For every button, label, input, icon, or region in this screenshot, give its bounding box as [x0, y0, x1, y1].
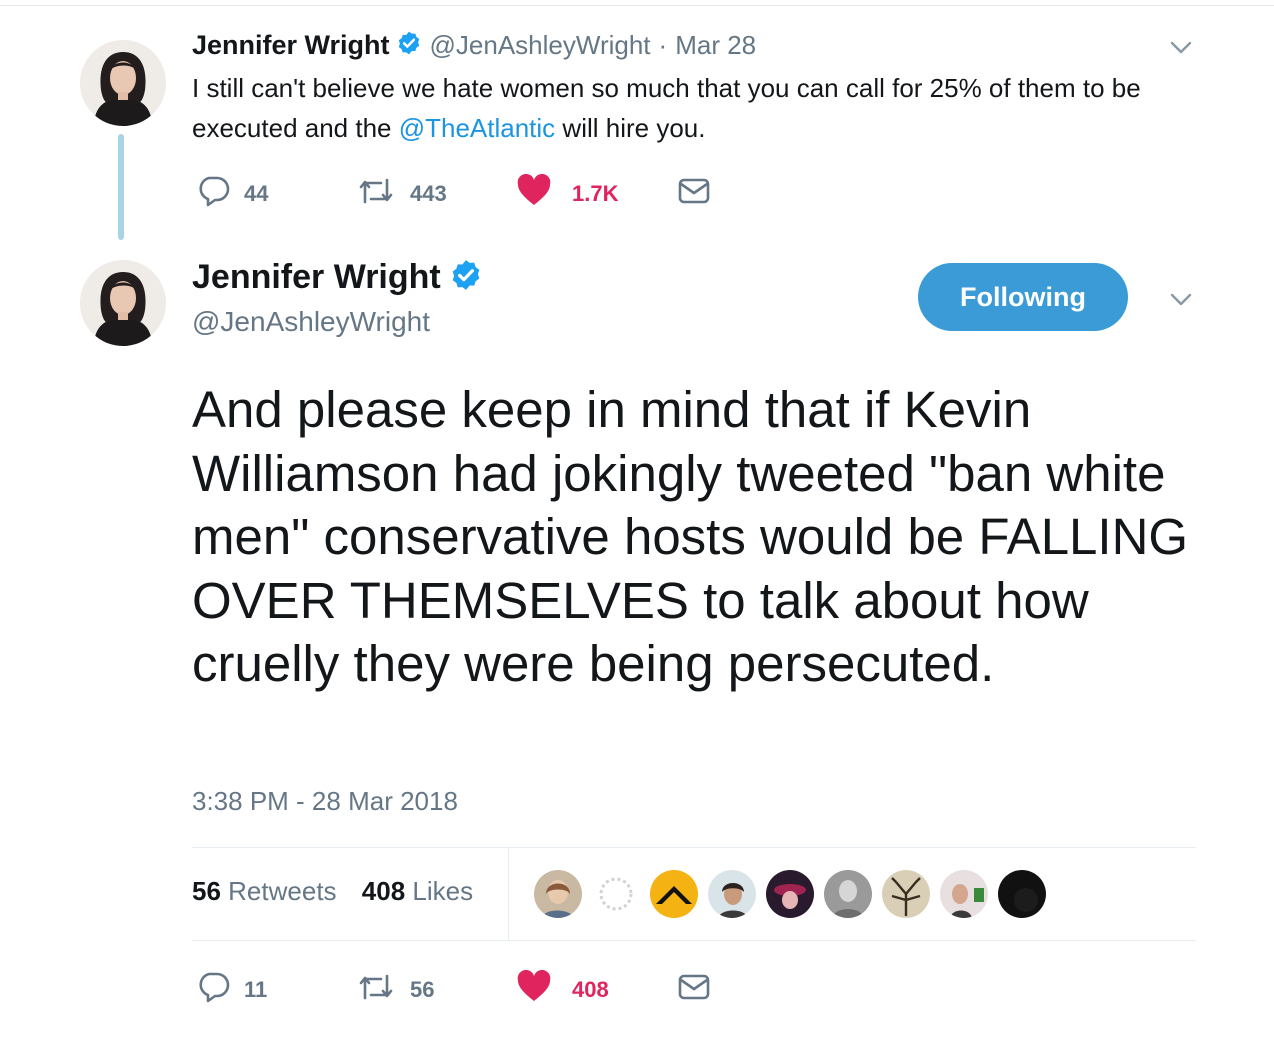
liker-avatar[interactable] [650, 870, 698, 918]
stats-top-divider [192, 847, 1196, 848]
parent-tweet-date[interactable]: Mar 28 [675, 30, 756, 61]
chevron-down-icon[interactable] [1168, 34, 1194, 65]
parent-text-part-2: will hire you. [555, 113, 706, 143]
heart-icon [516, 969, 552, 1009]
tweet-timestamp[interactable]: 3:38 PM - 28 Mar 2018 [192, 786, 458, 817]
envelope-icon [678, 176, 710, 211]
verified-badge-icon [449, 258, 483, 297]
liker-avatars [534, 870, 1056, 918]
parent-author-handle[interactable]: @JenAshleyWright [430, 30, 651, 61]
likes-stat[interactable]: 408 Likes [362, 876, 473, 906]
mention-link[interactable]: @TheAtlantic [399, 113, 555, 143]
liker-avatar[interactable] [824, 870, 872, 918]
retweet-icon [356, 174, 396, 213]
liker-avatar[interactable] [940, 870, 988, 918]
liker-avatar[interactable] [708, 870, 756, 918]
retweets-stat-label: Retweets [228, 876, 337, 906]
main-author-handle[interactable]: @JenAshleyWright [192, 306, 430, 338]
main-author-row: Jennifer Wright [192, 255, 483, 299]
direct-message-button[interactable] [678, 176, 710, 211]
envelope-icon [678, 972, 710, 1007]
liker-avatar[interactable] [998, 870, 1046, 918]
parent-avatar[interactable] [80, 40, 166, 126]
likes-stat-label: Likes [412, 876, 474, 906]
like-button[interactable]: 1.7K [516, 173, 619, 213]
header-separator: · [658, 29, 668, 60]
reply-button[interactable]: 44 [196, 174, 268, 213]
parent-tweet-text: I still can't believe we hate women so m… [192, 68, 1232, 148]
chevron-down-icon[interactable] [1168, 286, 1194, 317]
retweets-stat[interactable]: 56 Retweets [192, 876, 337, 906]
heart-icon [516, 173, 552, 213]
liker-avatar[interactable] [592, 870, 640, 918]
retweet-count: 443 [410, 180, 447, 206]
like-count: 408 [572, 976, 609, 1002]
parent-tweet-header: Jennifer Wright @JenAshleyWright · Mar 2… [192, 28, 756, 62]
thread-connector-line [118, 134, 124, 240]
retweet-button[interactable]: 443 [356, 174, 447, 213]
like-count: 1.7K [572, 180, 619, 206]
retweets-stat-count: 56 [192, 876, 221, 906]
following-button[interactable]: Following [918, 263, 1128, 331]
main-author-name[interactable]: Jennifer Wright [192, 258, 441, 297]
reply-count: 11 [244, 976, 268, 1002]
verified-badge-icon [396, 30, 422, 61]
direct-message-button[interactable] [678, 972, 710, 1007]
reply-icon [196, 970, 230, 1009]
main-avatar[interactable] [80, 260, 166, 346]
parent-author-name[interactable]: Jennifer Wright [192, 30, 390, 61]
stats-vertical-divider [508, 848, 509, 940]
retweet-icon [356, 970, 396, 1009]
main-tweet-text: And please keep in mind that if Kevin Wi… [192, 381, 1189, 692]
liker-avatar[interactable] [534, 870, 582, 918]
top-divider [0, 0, 1274, 6]
stats-bottom-divider [192, 940, 1196, 941]
like-button[interactable]: 408 [516, 969, 609, 1009]
retweet-count: 56 [410, 976, 435, 1002]
reply-count: 44 [244, 180, 269, 206]
engagement-stats: 56 Retweets 408 Likes [192, 876, 473, 907]
reply-icon [196, 174, 230, 213]
reply-button[interactable]: 11 [196, 970, 267, 1009]
likes-stat-count: 408 [361, 876, 406, 906]
liker-avatar[interactable] [882, 870, 930, 918]
retweet-button[interactable]: 56 [356, 970, 434, 1009]
liker-avatar[interactable] [766, 870, 814, 918]
